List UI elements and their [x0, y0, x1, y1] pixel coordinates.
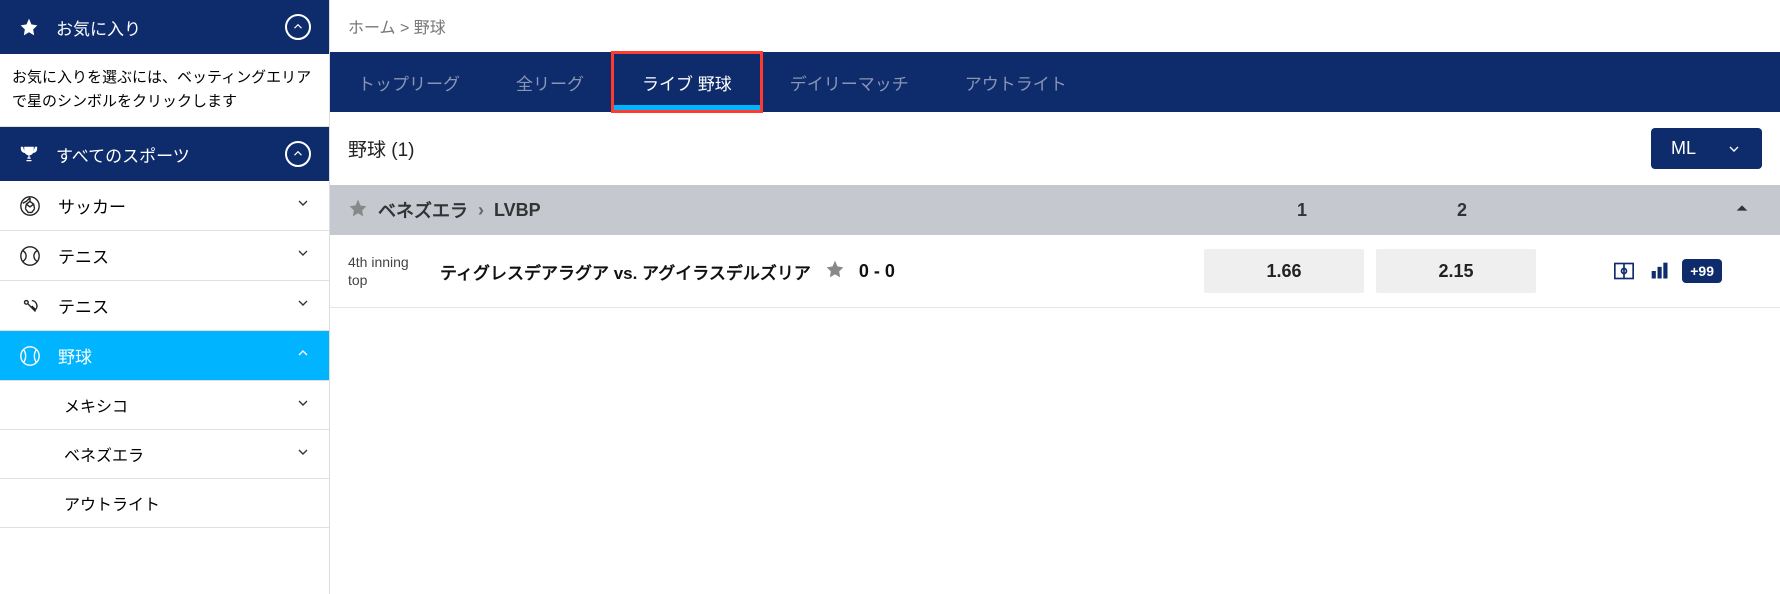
favorite-match-button[interactable] — [825, 259, 845, 284]
sidebar-sub-mexico[interactable]: メキシコ — [0, 381, 329, 430]
section-header: 野球 (1) ML — [330, 112, 1780, 185]
tab-bar: トップリーグ 全リーグ ライブ 野球 デイリーマッチ アウトライト — [330, 52, 1780, 112]
stats-icon[interactable] — [1646, 257, 1674, 285]
match-time-line1: 4th inning — [348, 253, 440, 271]
soccer-icon — [18, 194, 42, 218]
section-title: 野球 (1) — [348, 135, 415, 162]
sidebar-item-soccer[interactable]: サッカー — [0, 181, 329, 231]
tab-top-league[interactable]: トップリーグ — [330, 52, 488, 112]
favorites-label: お気に入り — [56, 15, 141, 40]
collapse-league-icon[interactable] — [1722, 200, 1762, 221]
breadcrumb: ホーム > 野球 — [330, 0, 1780, 52]
match-name[interactable]: ティグレスデアラグア vs. アグイラスデルズリア — [440, 259, 811, 284]
baseball-icon — [18, 344, 42, 368]
chevron-down-icon — [295, 395, 311, 416]
sidebar-item-label: テニス — [58, 293, 109, 318]
all-sports-header[interactable]: すべてのスポーツ — [0, 127, 329, 181]
match-time: 4th inning top — [348, 253, 440, 289]
sidebar-item-baseball[interactable]: 野球 — [0, 331, 329, 381]
tab-label: 全リーグ — [516, 70, 584, 95]
sidebar-item-tabletennis[interactable]: テニス — [0, 281, 329, 331]
tab-label: トップリーグ — [358, 70, 460, 95]
market-select-label: ML — [1671, 138, 1696, 159]
match-score: 0 - 0 — [859, 261, 895, 282]
odds-button-1[interactable]: 1.66 — [1204, 249, 1364, 293]
tennis-icon — [18, 244, 42, 268]
tab-daily-match[interactable]: デイリーマッチ — [762, 52, 937, 112]
chevron-down-icon — [1726, 141, 1742, 157]
more-markets-button[interactable]: +99 — [1682, 259, 1722, 283]
sidebar-item-label: テニス — [58, 243, 109, 268]
league-name: LVBP — [494, 200, 541, 221]
collapse-favorites-button[interactable] — [285, 14, 311, 40]
odds-column-2: 2 — [1382, 200, 1542, 221]
collapse-sports-button[interactable] — [285, 141, 311, 167]
breadcrumb-current: 野球 — [414, 20, 446, 37]
chevron-down-icon — [295, 195, 311, 216]
tab-outright[interactable]: アウトライト — [937, 52, 1095, 112]
favorites-hint: お気に入りを選ぶには、ベッティングエリアで星のシンボルをクリックします — [0, 54, 329, 127]
star-icon[interactable] — [348, 198, 368, 223]
sidebar: お気に入り お気に入りを選ぶには、ベッティングエリアで星のシンボルをクリックしま… — [0, 0, 330, 594]
odds-value: 1.66 — [1266, 261, 1301, 282]
all-sports-label: すべてのスポーツ — [56, 142, 190, 167]
sidebar-item-tennis[interactable]: テニス — [0, 231, 329, 281]
chevron-down-icon — [295, 295, 311, 316]
sidebar-sub-label: ベネズエラ — [64, 442, 144, 466]
tab-live-baseball[interactable]: ライブ 野球 — [611, 51, 763, 113]
trophy-icon — [18, 143, 40, 165]
sidebar-sub-outright[interactable]: アウトライト — [0, 479, 329, 528]
sidebar-sub-label: メキシコ — [64, 393, 128, 417]
sidebar-sub-label: アウトライト — [64, 491, 160, 515]
tab-label: アウトライト — [965, 70, 1067, 95]
odds-button-2[interactable]: 2.15 — [1376, 249, 1536, 293]
tab-all-league[interactable]: 全リーグ — [488, 52, 612, 112]
favorites-header[interactable]: お気に入り — [0, 0, 329, 54]
match-time-line2: top — [348, 271, 440, 289]
sidebar-item-label: 野球 — [58, 343, 92, 368]
odds-column-1: 1 — [1222, 200, 1382, 221]
breadcrumb-sep: > — [400, 20, 409, 37]
star-icon — [18, 16, 40, 38]
chevron-down-icon — [295, 444, 311, 465]
market-select[interactable]: ML — [1651, 128, 1762, 169]
main-content: ホーム > 野球 トップリーグ 全リーグ ライブ 野球 デイリーマッチ アウトラ… — [330, 0, 1780, 594]
chevron-up-icon — [295, 345, 311, 366]
tab-label: デイリーマッチ — [790, 70, 909, 95]
sidebar-item-label: サッカー — [58, 193, 126, 218]
match-actions: +99 — [1542, 257, 1722, 285]
match-row: 4th inning top ティグレスデアラグア vs. アグイラスデルズリア… — [330, 235, 1780, 308]
breadcrumb-home[interactable]: ホーム — [348, 20, 396, 37]
odds-value: 2.15 — [1438, 261, 1473, 282]
tab-label: ライブ 野球 — [642, 70, 732, 95]
chevron-right-icon: › — [478, 200, 484, 221]
sidebar-sub-venezuela[interactable]: ベネズエラ — [0, 430, 329, 479]
tabletennis-icon — [18, 294, 42, 318]
league-header[interactable]: ベネズエラ › LVBP 1 2 — [330, 185, 1780, 235]
pitch-icon[interactable] — [1610, 257, 1638, 285]
league-country: ベネズエラ — [378, 197, 468, 223]
chevron-down-icon — [295, 245, 311, 266]
